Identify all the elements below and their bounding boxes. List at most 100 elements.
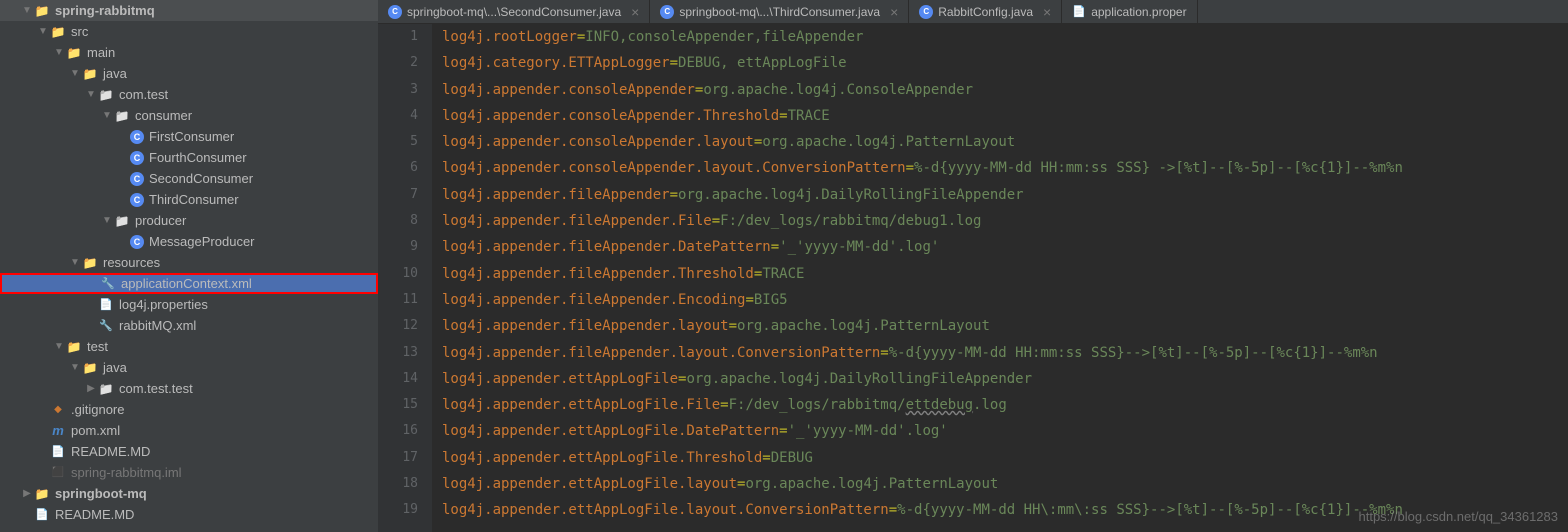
line-number: 1 — [378, 24, 418, 50]
tree-item-producer[interactable]: producer — [0, 210, 378, 231]
code-line[interactable]: log4j.appender.ettAppLogFile.layout=org.… — [442, 471, 1568, 497]
tree-arrow-icon[interactable] — [86, 89, 96, 100]
code-line[interactable]: log4j.appender.consoleAppender.layout=or… — [442, 129, 1568, 155]
java-file-icon — [660, 5, 674, 19]
code-line[interactable]: log4j.appender.fileAppender.Threshold=TR… — [442, 261, 1568, 287]
tree-item-log4j-properties[interactable]: log4j.properties — [0, 294, 378, 315]
tree-item-com-test-test[interactable]: com.test.test — [0, 378, 378, 399]
tree-arrow-icon[interactable] — [38, 26, 48, 37]
git-icon — [50, 402, 66, 418]
line-number: 3 — [378, 77, 418, 103]
tree-arrow-icon[interactable] — [22, 488, 32, 499]
code-line[interactable]: log4j.rootLogger=INFO,consoleAppender,fi… — [442, 24, 1568, 50]
editor-tab[interactable]: RabbitConfig.java× — [909, 0, 1062, 23]
line-number: 8 — [378, 208, 418, 234]
tree-item-label: FourthConsumer — [149, 150, 247, 165]
code-content[interactable]: log4j.rootLogger=INFO,consoleAppender,fi… — [432, 24, 1568, 532]
code-line[interactable]: log4j.appender.fileAppender.Encoding=BIG… — [442, 287, 1568, 313]
editor-tab[interactable]: springboot-mq\...\ThirdConsumer.java× — [650, 0, 909, 23]
tree-item-rabbitmq-xml[interactable]: rabbitMQ.xml — [0, 315, 378, 336]
line-number: 19 — [378, 497, 418, 523]
project-tree-sidebar[interactable]: spring-rabbitmq src main java com.test consum… — [0, 0, 378, 532]
tree-item-test[interactable]: test — [0, 336, 378, 357]
tab-label: springboot-mq\...\SecondConsumer.java — [407, 5, 621, 19]
code-line[interactable]: log4j.appender.fileAppender.File=F:/dev_… — [442, 208, 1568, 234]
code-editor[interactable]: 12345678910111213141516171819 log4j.root… — [378, 24, 1568, 532]
tree-item-label: MessageProducer — [149, 234, 255, 249]
tree-item-java[interactable]: java — [0, 357, 378, 378]
code-line[interactable]: log4j.appender.fileAppender.DatePattern=… — [442, 234, 1568, 260]
watermark-text: https://blog.csdn.net/qq_34361283 — [1359, 509, 1559, 524]
close-icon[interactable]: × — [890, 4, 898, 20]
tree-item-java[interactable]: java — [0, 63, 378, 84]
tree-item-resources[interactable]: resources — [0, 252, 378, 273]
tree-item-label: rabbitMQ.xml — [119, 318, 196, 333]
tree-arrow-icon[interactable] — [86, 383, 96, 394]
line-number: 7 — [378, 182, 418, 208]
editor-tab[interactable]: springboot-mq\...\SecondConsumer.java × — [378, 0, 650, 23]
tree-item-thirdconsumer[interactable]: ThirdConsumer — [0, 189, 378, 210]
folder-icon — [82, 255, 98, 271]
tree-item-consumer[interactable]: consumer — [0, 105, 378, 126]
tree-item-label: pom.xml — [71, 423, 120, 438]
tree-arrow-icon[interactable] — [70, 362, 80, 373]
props-icon — [98, 297, 114, 313]
close-icon[interactable]: × — [1043, 4, 1051, 20]
tree-item--gitignore[interactable]: .gitignore — [0, 399, 378, 420]
tree-item-readme-md[interactable]: README.MD — [0, 441, 378, 462]
module-icon — [34, 486, 50, 502]
tree-item-label: src — [71, 24, 88, 39]
tree-arrow-icon[interactable] — [102, 215, 112, 226]
code-line[interactable]: log4j.appender.fileAppender=org.apache.l… — [442, 182, 1568, 208]
xml-icon — [98, 318, 114, 334]
tree-item-label: SecondConsumer — [149, 171, 253, 186]
tree-item-pom-xml[interactable]: pom.xml — [0, 420, 378, 441]
tree-item-label: README.MD — [55, 507, 134, 522]
line-number: 4 — [378, 103, 418, 129]
code-line[interactable]: log4j.appender.ettAppLogFile.File=F:/dev… — [442, 392, 1568, 418]
class-icon — [130, 130, 144, 144]
tree-item-secondconsumer[interactable]: SecondConsumer — [0, 168, 378, 189]
tree-item-com-test[interactable]: com.test — [0, 84, 378, 105]
tree-item-messageproducer[interactable]: MessageProducer — [0, 231, 378, 252]
iml-icon — [50, 465, 66, 481]
code-line[interactable]: log4j.appender.consoleAppender.Threshold… — [442, 103, 1568, 129]
java-file-icon — [388, 5, 402, 19]
line-number: 15 — [378, 392, 418, 418]
tree-arrow-icon[interactable] — [22, 5, 32, 16]
line-number: 12 — [378, 313, 418, 339]
tree-item-springboot-mq[interactable]: springboot-mq — [0, 483, 378, 504]
tree-item-label: test — [87, 339, 108, 354]
tree-item-label: java — [103, 66, 127, 81]
tree-item-label: producer — [135, 213, 186, 228]
tree-item-firstconsumer[interactable]: FirstConsumer — [0, 126, 378, 147]
tree-arrow-icon[interactable] — [70, 68, 80, 79]
tree-item-label: spring-rabbitmq — [55, 3, 155, 18]
code-line[interactable]: log4j.appender.ettAppLogFile.DatePattern… — [442, 418, 1568, 444]
tree-item-spring-rabbitmq-iml[interactable]: spring-rabbitmq.iml — [0, 462, 378, 483]
tree-item-applicationcontext-xml[interactable]: applicationContext.xml — [0, 273, 378, 294]
tree-item-label: consumer — [135, 108, 192, 123]
tree-item-spring-rabbitmq[interactable]: spring-rabbitmq — [0, 0, 378, 21]
tree-item-src[interactable]: src — [0, 21, 378, 42]
tree-item-main[interactable]: main — [0, 42, 378, 63]
code-line[interactable]: log4j.category.ETTAppLogger=DEBUG, ettAp… — [442, 50, 1568, 76]
tree-item-label: java — [103, 360, 127, 375]
tree-item-readme-md[interactable]: README.MD — [0, 504, 378, 525]
tree-arrow-icon[interactable] — [70, 257, 80, 268]
tree-arrow-icon[interactable] — [54, 341, 64, 352]
tree-item-label: log4j.properties — [119, 297, 208, 312]
code-line[interactable]: log4j.appender.ettAppLogFile=org.apache.… — [442, 366, 1568, 392]
code-line[interactable]: log4j.appender.fileAppender.layout=org.a… — [442, 313, 1568, 339]
md-icon — [34, 507, 50, 523]
tree-arrow-icon[interactable] — [54, 47, 64, 58]
tree-item-fourthconsumer[interactable]: FourthConsumer — [0, 147, 378, 168]
code-line[interactable]: log4j.appender.ettAppLogFile.Threshold=D… — [442, 445, 1568, 471]
line-number: 10 — [378, 261, 418, 287]
close-icon[interactable]: × — [631, 4, 639, 20]
editor-tab[interactable]: application.proper — [1062, 0, 1197, 23]
code-line[interactable]: log4j.appender.fileAppender.layout.Conve… — [442, 340, 1568, 366]
tree-arrow-icon[interactable] — [102, 110, 112, 121]
code-line[interactable]: log4j.appender.consoleAppender=org.apach… — [442, 77, 1568, 103]
code-line[interactable]: log4j.appender.consoleAppender.layout.Co… — [442, 155, 1568, 181]
